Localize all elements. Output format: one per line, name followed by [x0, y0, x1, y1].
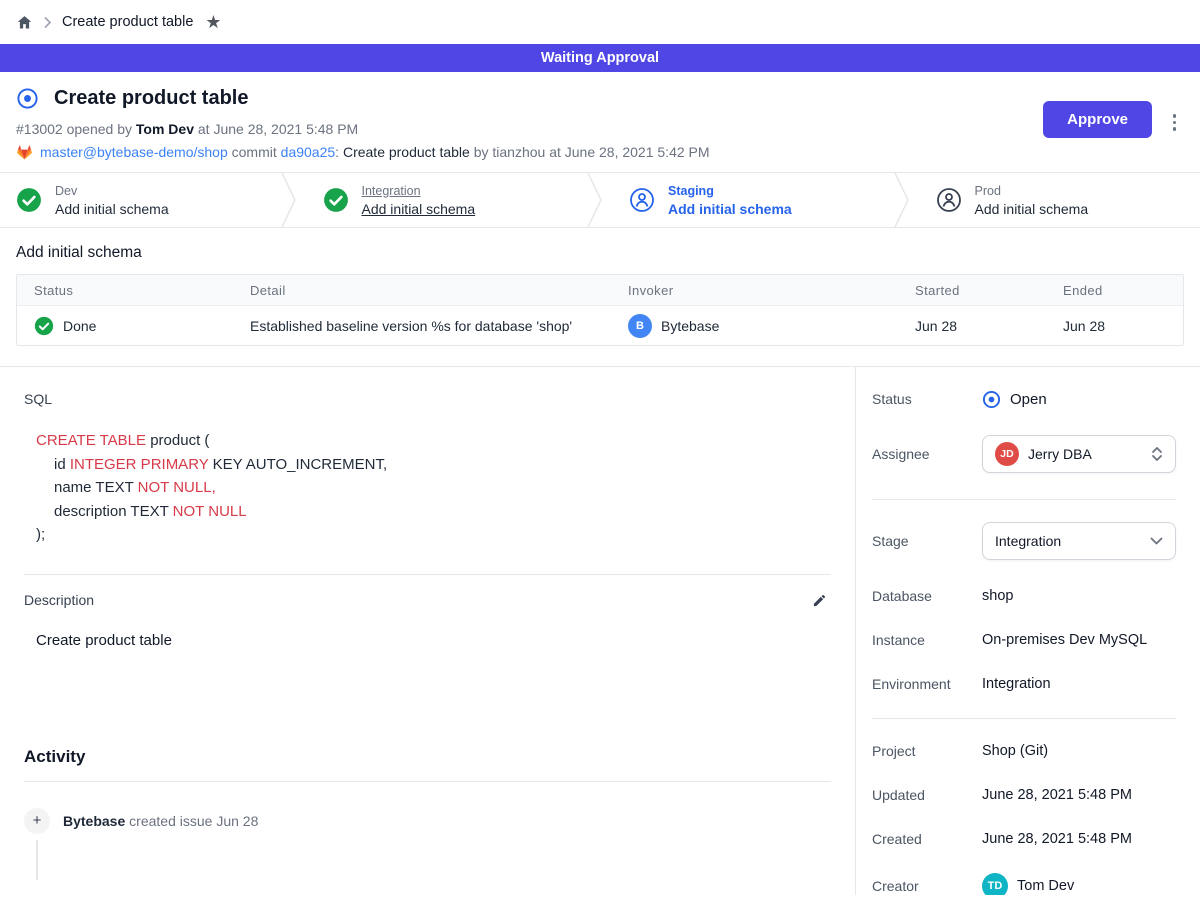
instance-label: Instance — [872, 632, 982, 648]
approve-button[interactable]: Approve — [1043, 101, 1152, 138]
database-value: shop — [982, 588, 1013, 604]
activity-heading: Activity — [24, 747, 841, 767]
sidebar-divider — [872, 499, 1176, 500]
invoker-avatar: B — [628, 314, 652, 338]
page-title: Create product table — [54, 87, 248, 110]
status-label: Status — [872, 391, 982, 407]
created-value: June 28, 2021 5:48 PM — [982, 831, 1132, 847]
stage-label: Stage — [872, 533, 982, 549]
more-options-button[interactable] — [1169, 110, 1181, 135]
chevron-down-icon — [1150, 537, 1163, 545]
commit-message: Create product table — [343, 144, 470, 160]
assignee-person-icon — [629, 187, 655, 213]
pending-person-icon — [936, 187, 962, 213]
breadcrumb: Create product table ★ — [0, 0, 1200, 44]
breadcrumb-current: Create product table — [62, 14, 193, 30]
created-label: Created — [872, 831, 982, 847]
stage-separator — [281, 173, 297, 227]
status-banner: Waiting Approval — [0, 44, 1200, 72]
creator-avatar: TD — [982, 873, 1008, 895]
task-started: Jun 28 — [898, 318, 1046, 334]
stage-staging[interactable]: Staging Add initial schema — [603, 173, 894, 227]
issue-header: Create product table #13002 opened by To… — [0, 72, 1200, 172]
activity-actor: Bytebase — [63, 813, 125, 829]
activity-item: + Bytebase created issue Jun 28 — [24, 808, 841, 834]
assignee-select[interactable]: JD Jerry DBA — [982, 435, 1176, 473]
task-section: Add initial schema Status Detail Invoker… — [0, 228, 1200, 366]
section-divider — [24, 574, 831, 575]
updated-value: June 28, 2021 5:48 PM — [982, 787, 1132, 803]
gitlab-icon — [16, 144, 33, 160]
plus-icon: + — [24, 808, 50, 834]
description-content: Create product table — [36, 632, 841, 649]
stage-dev[interactable]: Dev Add initial schema — [0, 173, 281, 227]
description-label: Description — [24, 592, 94, 608]
activity-action: created issue Jun 28 — [129, 813, 258, 829]
bookmark-star-icon[interactable]: ★ — [205, 13, 221, 31]
environment-label: Environment — [872, 676, 982, 692]
stage-prod[interactable]: Prod Add initial schema — [910, 173, 1200, 227]
project-label: Project — [872, 743, 982, 759]
invoker-name: Bytebase — [661, 318, 719, 334]
task-table-header: Status Detail Invoker Started Ended — [17, 275, 1183, 305]
stage-select[interactable]: Integration — [982, 522, 1176, 560]
issue-author: Tom Dev — [136, 121, 194, 137]
updated-label: Updated — [872, 787, 982, 803]
status-value: Open — [1010, 391, 1047, 408]
check-circle-icon — [323, 187, 349, 213]
creator-label: Creator — [872, 878, 982, 894]
environment-value: Integration — [982, 676, 1051, 692]
task-ended: Jun 28 — [1046, 318, 1183, 334]
table-row[interactable]: Done Established baseline version %s for… — [17, 305, 1183, 345]
instance-value: On-premises Dev MySQL — [982, 632, 1147, 648]
branch-link[interactable]: master@bytebase-demo/shop — [40, 144, 228, 160]
task-detail: Established baseline version %s for data… — [233, 318, 611, 334]
stage-integration[interactable]: Integration Add initial schema — [297, 173, 588, 227]
assignee-value: Jerry DBA — [1028, 446, 1142, 462]
edit-pencil-icon[interactable] — [810, 591, 829, 610]
chevron-right-icon — [43, 16, 52, 29]
task-table: Status Detail Invoker Started Ended Done… — [16, 274, 1184, 346]
sql-code: CREATE TABLE product ( id INTEGER PRIMAR… — [36, 429, 841, 547]
check-circle-icon — [34, 316, 54, 336]
sql-label: SQL — [24, 391, 841, 407]
issue-open-icon — [16, 87, 39, 110]
creator-value: Tom Dev — [1017, 878, 1074, 894]
stage-separator — [894, 173, 910, 227]
check-circle-icon — [16, 187, 42, 213]
stage-value: Integration — [995, 533, 1141, 549]
home-icon[interactable] — [16, 14, 33, 31]
task-status: Done — [63, 318, 96, 334]
task-heading: Add initial schema — [16, 244, 1184, 262]
assignee-label: Assignee — [872, 446, 982, 462]
assignee-avatar: JD — [995, 442, 1019, 466]
project-value: Shop (Git) — [982, 743, 1048, 759]
main-column: SQL CREATE TABLE product ( id INTEGER PR… — [0, 367, 856, 895]
open-status-icon — [982, 390, 1001, 409]
sidebar-divider — [872, 718, 1176, 719]
pipeline: Dev Add initial schema Integration Add i… — [0, 172, 1200, 228]
timeline-connector — [36, 840, 38, 880]
commit-line: master@bytebase-demo/shop commit da90a25… — [16, 144, 1184, 160]
updown-chevron-icon — [1151, 446, 1163, 462]
stage-separator — [587, 173, 603, 227]
activity-divider — [24, 781, 831, 782]
sidebar: Status Open Assignee JD Jerry DBA Stage — [856, 367, 1200, 895]
commit-hash-link[interactable]: da90a25 — [281, 144, 336, 160]
issue-meta: #13002 opened by Tom Dev at June 28, 202… — [16, 121, 1184, 137]
database-label: Database — [872, 588, 982, 604]
